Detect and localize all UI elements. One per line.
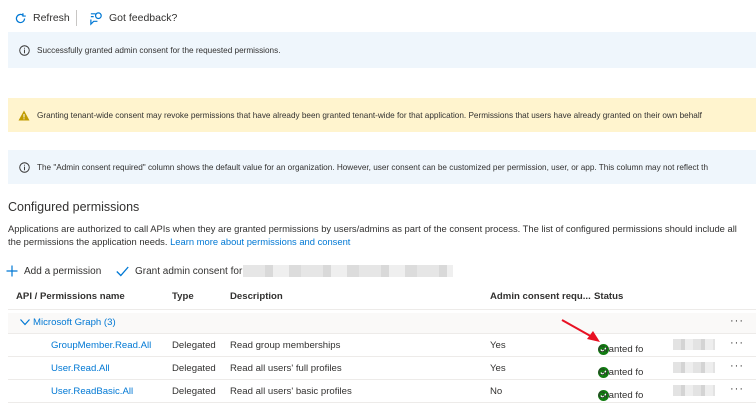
table-header: API / Permissions name Type Description … [8,287,756,307]
page-title: Configured permissions [8,200,140,214]
grant-admin-consent-button[interactable]: Grant admin consent for [116,262,242,280]
info-banner: The "Admin consent required" column show… [8,150,756,184]
row-divider [8,309,756,310]
permission-description: Read all users' basic profiles [230,386,352,397]
feedback-icon [88,10,104,26]
description-text: Applications are authorized to call APIs… [8,223,737,247]
plus-icon [6,265,18,277]
info-message: The "Admin consent required" column show… [37,162,709,172]
column-header-type[interactable]: Type [172,291,194,302]
admin-consent-value: No [490,386,503,397]
permission-name-link[interactable]: User.ReadBasic.All [51,386,133,397]
column-header-admin-consent[interactable]: Admin consent requ... [490,291,591,302]
api-group-label[interactable]: Microsoft Graph (3) [33,317,116,328]
warning-banner: Granting tenant-wide consent may revoke … [8,98,756,132]
permission-description: Read all users' full profiles [230,363,342,374]
column-header-api[interactable]: API / Permissions name [16,291,125,302]
table-row: User.ReadBasic.All Delegated Read all us… [8,380,756,402]
admin-consent-value: Yes [490,340,506,351]
permission-type: Delegated [172,386,216,397]
info-icon [18,44,30,56]
column-header-status[interactable]: Status [594,291,623,302]
permission-description: Read group memberships [230,340,341,351]
refresh-icon [12,10,28,26]
toolbar-divider [76,10,77,26]
permission-type: Delegated [172,340,216,351]
permission-type: Delegated [172,363,216,374]
redacted-tenant-name [673,385,715,396]
learn-more-link[interactable]: Learn more about permissions and consent [170,236,350,247]
success-banner: Successfully granted admin consent for t… [8,32,756,68]
permission-name-link[interactable]: User.Read.All [51,363,110,374]
status-text: Granted fo [598,367,644,378]
grant-admin-consent-label: Grant admin consent for [135,265,243,277]
checkmark-icon [116,266,129,277]
more-options-icon[interactable]: ··· [730,360,744,372]
refresh-button[interactable]: Refresh [6,6,76,30]
command-bar: Refresh Got feedback? [0,0,756,36]
section-description: Applications are authorized to call APIs… [8,222,748,248]
permission-name-link[interactable]: GroupMember.Read.All [51,340,151,351]
more-options-icon[interactable]: ··· [730,383,744,395]
info-icon [18,161,30,173]
api-group-row[interactable]: Microsoft Graph (3) ··· [8,313,756,333]
success-message: Successfully granted admin consent for t… [37,45,281,55]
more-options-icon[interactable]: ··· [730,337,744,349]
chevron-down-icon[interactable] [20,318,30,329]
table-row: GroupMember.Read.All Delegated Read grou… [8,334,756,356]
warning-message: Granting tenant-wide consent may revoke … [37,110,702,120]
admin-consent-value: Yes [490,363,506,374]
warning-icon [18,109,30,121]
refresh-label: Refresh [33,12,70,24]
more-options-icon[interactable]: ··· [730,315,744,327]
status-text: Granted fo [598,344,644,355]
add-permission-label: Add a permission [24,265,102,277]
redacted-tenant-name [673,362,715,373]
add-permission-button[interactable]: Add a permission [6,262,101,280]
annotation-arrow-icon [560,318,602,347]
row-divider [8,402,756,403]
feedback-button[interactable]: Got feedback? [82,6,183,30]
status-text: Granted fo [598,390,644,401]
table-row: User.Read.All Delegated Read all users' … [8,357,756,379]
redacted-tenant-name [673,339,715,350]
feedback-label: Got feedback? [109,12,178,24]
column-header-description[interactable]: Description [230,291,283,302]
redacted-tenant-name [243,265,453,277]
